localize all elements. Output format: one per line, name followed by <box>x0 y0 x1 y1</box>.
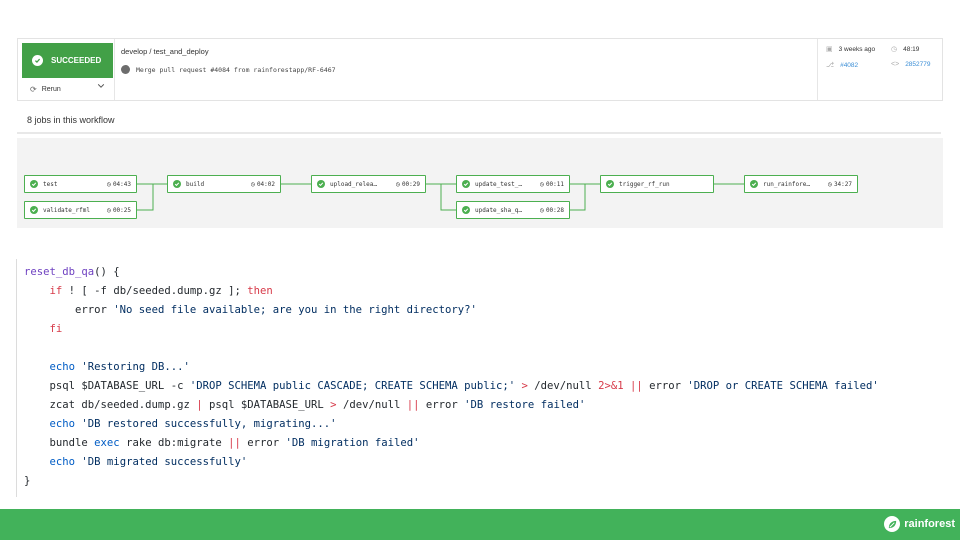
check-circle-icon <box>462 206 470 214</box>
duration-text: 48:19 <box>903 45 920 53</box>
time-ago: ▣ 3 weeks ago <box>826 45 876 54</box>
job-duration: 04:43 <box>112 181 131 188</box>
clock-icon: ◷ <box>107 180 111 188</box>
check-circle-icon <box>30 206 38 214</box>
commit-info: Merge pull request #4084 from rainforest… <box>121 65 336 74</box>
pull-request-icon: ⎇ <box>826 62 835 69</box>
branch-name[interactable]: develop / test_and_deploy <box>121 47 209 56</box>
string-literal: 'DB migration failed' <box>285 437 420 449</box>
time-ago-text: 3 weeks ago <box>838 45 876 53</box>
code-text: reset_db_qa() { if ! [ -f db/seeded.dump… <box>24 266 879 487</box>
seed-file-path: db/seeded.dump.gz <box>113 285 222 297</box>
commit-message[interactable]: Merge pull request #4084 from rainforest… <box>136 66 336 74</box>
avatar <box>121 65 130 74</box>
rerun-button[interactable]: ⟳ Rerun <box>22 81 113 97</box>
job-test[interactable]: test ◷ 04:43 <box>24 175 137 193</box>
job-name: test <box>43 180 58 188</box>
string-literal: 'DB migrated successfully' <box>81 456 248 468</box>
clock-icon: ◷ <box>828 180 832 188</box>
clock-icon: ◷ <box>251 180 255 188</box>
string-literal: 'DROP SCHEMA public CASCADE; CREATE SCHE… <box>189 380 516 392</box>
job-validate-rfml[interactable]: validate_rfml ◷ 00:25 <box>24 201 137 219</box>
job-duration: 00:29 <box>401 181 420 188</box>
string-literal: 'DB restored successfully, migrating...' <box>81 418 337 430</box>
workflow-graph: test ◷ 04:43 validate_rfml ◷ 00:25 build ◷… <box>17 138 943 228</box>
duration: ◷ 48:19 <box>891 45 920 54</box>
job-name: update_sha_q… <box>475 206 522 214</box>
status-badge: SUCCEEDED <box>22 43 113 78</box>
chevron-down-icon[interactable] <box>97 82 105 92</box>
function-name: reset_db_qa <box>24 266 95 278</box>
job-duration: 00:28 <box>545 207 564 214</box>
commit-sha-link[interactable]: <> 2852779 <box>891 61 931 68</box>
job-upload-release[interactable]: upload_relea… ◷ 00:29 <box>311 175 426 193</box>
job-trigger-rf-run[interactable]: trigger_rf_run <box>600 175 714 193</box>
job-duration: 00:11 <box>545 181 564 188</box>
check-circle-icon <box>462 180 470 188</box>
calendar-icon: ▣ <box>826 46 833 53</box>
job-name: update_test_… <box>475 180 522 188</box>
brand-name: rainforest <box>904 518 955 530</box>
check-circle-icon <box>30 180 38 188</box>
clock-icon: ◷ <box>107 206 111 214</box>
check-circle-icon <box>32 55 43 66</box>
job-duration: 00:25 <box>112 207 131 214</box>
workflow-header-card: SUCCEEDED ⟳ Rerun develop / test_and_dep… <box>17 38 943 101</box>
code-block: reset_db_qa() { if ! [ -f db/seeded.dump… <box>16 259 956 497</box>
job-update-test[interactable]: update_test_… ◷ 00:11 <box>456 175 570 193</box>
job-duration: 34:27 <box>833 181 852 188</box>
rainforest-logo-icon <box>884 516 901 532</box>
job-name: build <box>186 180 205 188</box>
string-literal: 'Restoring DB...' <box>81 361 190 373</box>
divider <box>17 132 941 134</box>
rerun-label: Rerun <box>41 85 61 93</box>
string-literal: 'DB restore failed' <box>464 399 586 411</box>
job-name: upload_relea… <box>330 180 377 188</box>
string-literal: 'No seed file available; are you in the … <box>113 304 477 316</box>
jobs-title: 8 jobs in this workflow <box>27 115 115 125</box>
code-icon: <> <box>891 61 900 68</box>
pr-link[interactable]: ⎇ #4082 <box>826 61 858 70</box>
commit-sha[interactable]: 2852779 <box>905 61 930 68</box>
job-run-rainforest[interactable]: run_rainfore… ◷ 34:27 <box>744 175 858 193</box>
clock-icon: ◷ <box>891 46 898 53</box>
job-duration: 04:02 <box>256 181 275 188</box>
job-update-sha[interactable]: update_sha_q… ◷ 00:28 <box>456 201 570 219</box>
check-circle-icon <box>750 180 758 188</box>
footer-bar: rainforest <box>0 509 960 540</box>
brand-logo: rainforest <box>884 516 955 532</box>
check-circle-icon <box>606 180 614 188</box>
refresh-icon: ⟳ <box>30 84 37 94</box>
job-name: trigger_rf_run <box>619 180 670 188</box>
clock-icon: ◷ <box>540 180 544 188</box>
check-circle-icon <box>173 180 181 188</box>
string-literal: 'DROP or CREATE SCHEMA failed' <box>687 380 879 392</box>
status-label: SUCCEEDED <box>51 56 102 65</box>
clock-icon: ◷ <box>540 206 544 214</box>
pr-number[interactable]: #4082 <box>840 62 858 69</box>
job-name: validate_rfml <box>43 206 90 214</box>
job-build[interactable]: build ◷ 04:02 <box>167 175 281 193</box>
check-circle-icon <box>317 180 325 188</box>
job-name: run_rainfore… <box>763 180 810 188</box>
clock-icon: ◷ <box>396 180 400 188</box>
